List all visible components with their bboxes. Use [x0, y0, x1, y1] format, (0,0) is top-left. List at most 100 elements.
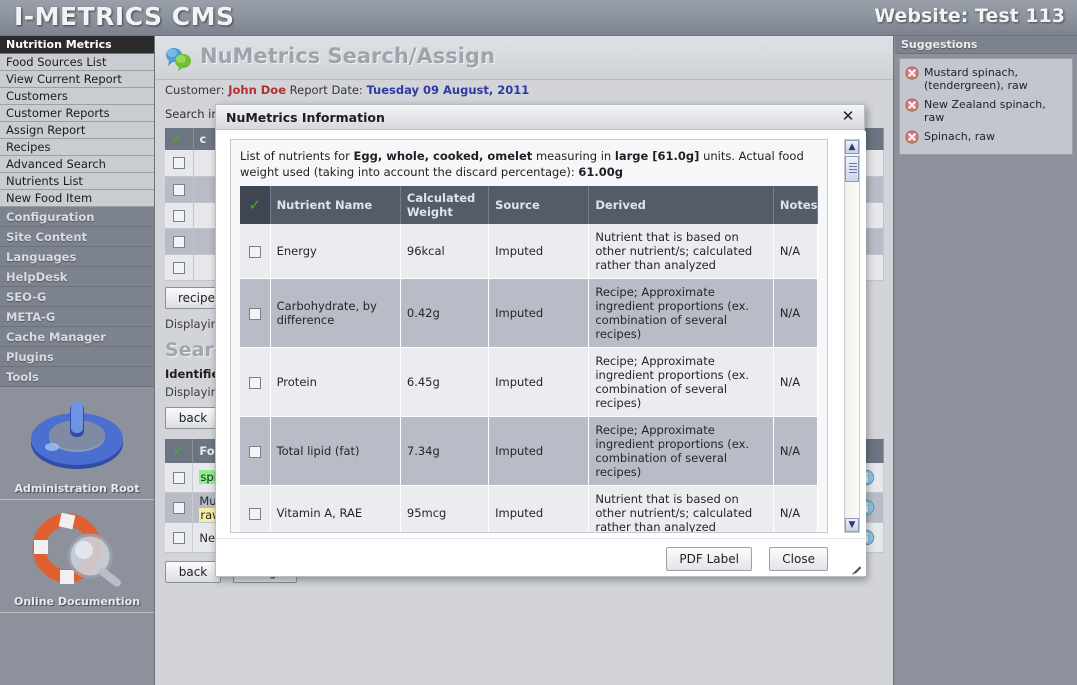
select-all-header[interactable]: ✓: [165, 439, 193, 463]
sidebar-item-customer-reports[interactable]: Customer Reports: [0, 105, 154, 122]
row-checkbox[interactable]: [173, 262, 185, 274]
sidebar-group-site-content[interactable]: Site Content: [0, 227, 154, 247]
food-row-checkbox-cell[interactable]: [165, 493, 193, 523]
row-checkbox[interactable]: [173, 502, 185, 514]
suggestion-item[interactable]: New Zealand spinach, raw: [903, 95, 1069, 127]
nutrient-notes: N/A: [773, 486, 817, 534]
page-title: NuMetrics Search/Assign: [200, 44, 495, 68]
select-all-header[interactable]: ✓: [165, 128, 193, 150]
sidebar-group-seo-g[interactable]: SEO-G: [0, 287, 154, 307]
sidebar-item-customers[interactable]: Customers: [0, 88, 154, 105]
sidebar-group-plugins[interactable]: Plugins: [0, 347, 154, 367]
desc-pre: List of nutrients for: [240, 149, 354, 163]
sidebar-group-meta-g[interactable]: META-G: [0, 307, 154, 327]
nutrient-col-derived: Derived: [589, 186, 773, 224]
sidebar-item-advanced-search[interactable]: Advanced Search: [0, 156, 154, 173]
nutrient-notes: N/A: [773, 224, 817, 279]
nutrient-name: Protein: [270, 348, 400, 417]
sidebar-item-nutrients-list[interactable]: Nutrients List: [0, 173, 154, 190]
sidebar-tile-label: Administration Root: [0, 482, 154, 495]
power-ring-icon: [22, 395, 132, 478]
nutrient-table: ✓ Nutrient Name Calculated Weight Source…: [240, 186, 818, 533]
dialog-title-bar[interactable]: NuMetrics Information ✕: [216, 105, 864, 130]
row-checkbox[interactable]: [249, 508, 261, 520]
nutrient-notes: N/A: [773, 417, 817, 486]
check-all-icon: ✓: [171, 130, 184, 148]
row-checkbox[interactable]: [173, 472, 185, 484]
dialog-body: List of nutrients for Egg, whole, cooked…: [216, 131, 866, 540]
select-all-nutrients[interactable]: ✓: [240, 186, 270, 224]
nutrient-derived: Nutrient that is based on other nutrient…: [589, 486, 773, 534]
close-icon[interactable]: ✕: [840, 109, 856, 125]
nutrient-weight: 96kcal: [400, 224, 488, 279]
row-checkbox[interactable]: [173, 210, 185, 222]
delete-icon[interactable]: [905, 130, 919, 147]
nutrient-name: Vitamin A, RAE: [270, 486, 400, 534]
sidebar-tile-label: Online Documention: [0, 595, 154, 608]
resize-grip-icon[interactable]: [849, 560, 863, 574]
suggestion-item[interactable]: Spinach, raw: [903, 127, 1069, 150]
customer-label: Customer:: [165, 83, 225, 97]
nutrient-row-checkbox-cell[interactable]: [240, 486, 270, 534]
suggestion-label: Mustard spinach, (tendergreen), raw: [924, 66, 1067, 92]
nutrient-col-weight: Calculated Weight: [400, 186, 488, 224]
scroll-up-icon[interactable]: ▲: [845, 140, 859, 154]
dialog-scrollbar[interactable]: ▲ ▼: [844, 139, 860, 533]
delete-icon[interactable]: [905, 98, 919, 115]
numetrics-information-dialog: NuMetrics Information ✕ List of nutrient…: [215, 104, 865, 577]
scroll-down-icon[interactable]: ▼: [845, 518, 859, 532]
row-checkbox[interactable]: [249, 246, 261, 258]
row-checkbox[interactable]: [173, 236, 185, 248]
desc-unit: large [61.0g]: [615, 149, 700, 163]
row-checkbox[interactable]: [173, 157, 185, 169]
row-checkbox[interactable]: [249, 446, 261, 458]
nutrient-source: Imputed: [489, 486, 589, 534]
nutrient-source: Imputed: [489, 417, 589, 486]
row-checkbox[interactable]: [173, 184, 185, 196]
nutrient-weight: 7.34g: [400, 417, 488, 486]
report-date: Tuesday 09 August, 2011: [366, 83, 529, 97]
food-row-checkbox-cell[interactable]: [165, 463, 193, 493]
suggestion-item[interactable]: Mustard spinach, (tendergreen), raw: [903, 63, 1069, 95]
sidebar-item-food-sources-list[interactable]: Food Sources List: [0, 54, 154, 71]
nutrient-notes: N/A: [773, 279, 817, 348]
sidebar-group-configuration[interactable]: Configuration: [0, 207, 154, 227]
sidebar-group-languages[interactable]: Languages: [0, 247, 154, 267]
suggestions-panel: Suggestions Mustard spinach, (tendergree…: [895, 36, 1077, 685]
sidebar-item-recipes[interactable]: Recipes: [0, 139, 154, 156]
nutrient-name: Carbohydrate, by difference: [270, 279, 400, 348]
nutrient-row-checkbox-cell[interactable]: [240, 417, 270, 486]
nutrient-row-checkbox-cell[interactable]: [240, 348, 270, 417]
nutrient-row: Total lipid (fat)7.34gImputedRecipe; App…: [240, 417, 818, 486]
row-checkbox[interactable]: [173, 532, 185, 544]
sidebar-tile-administration-root[interactable]: Administration Root: [0, 387, 154, 500]
sidebar-tile-online-documention[interactable]: Online Documention: [0, 500, 154, 613]
desc-weight: 61.00g: [578, 165, 623, 179]
dialog-scroll-content: List of nutrients for Egg, whole, cooked…: [230, 139, 828, 533]
dialog-footer: PDF Label Close: [216, 538, 866, 576]
sidebar-group-tools[interactable]: Tools: [0, 367, 154, 387]
nutrient-derived: Recipe; Approximate ingredient proportio…: [589, 417, 773, 486]
report-date-label: Report Date:: [290, 83, 363, 97]
food-row-checkbox-cell[interactable]: [165, 523, 193, 553]
close-button[interactable]: Close: [769, 547, 828, 571]
nutrient-row-checkbox-cell[interactable]: [240, 279, 270, 348]
row-checkbox[interactable]: [249, 377, 261, 389]
nutrient-name: Energy: [270, 224, 400, 279]
sidebar-item-assign-report[interactable]: Assign Report: [0, 122, 154, 139]
sidebar-item-view-current-report[interactable]: View Current Report: [0, 71, 154, 88]
row-checkbox[interactable]: [249, 308, 261, 320]
sidebar-group-cache-manager[interactable]: Cache Manager: [0, 327, 154, 347]
pdf-label-button[interactable]: PDF Label: [666, 547, 752, 571]
sidebar-group-helpdesk[interactable]: HelpDesk: [0, 267, 154, 287]
scrollbar-thumb[interactable]: [845, 156, 859, 182]
nutrient-row-checkbox-cell[interactable]: [240, 224, 270, 279]
suggestions-header: Suggestions: [895, 36, 1077, 54]
nutrient-row: Energy96kcalImputedNutrient that is base…: [240, 224, 818, 279]
nutrient-col-source: Source: [489, 186, 589, 224]
back-button[interactable]: back: [165, 561, 221, 583]
delete-icon[interactable]: [905, 66, 919, 83]
back-button-top[interactable]: back: [165, 407, 221, 429]
suggestion-label: New Zealand spinach, raw: [924, 98, 1067, 124]
sidebar-item-new-food-item[interactable]: New Food Item: [0, 190, 154, 207]
